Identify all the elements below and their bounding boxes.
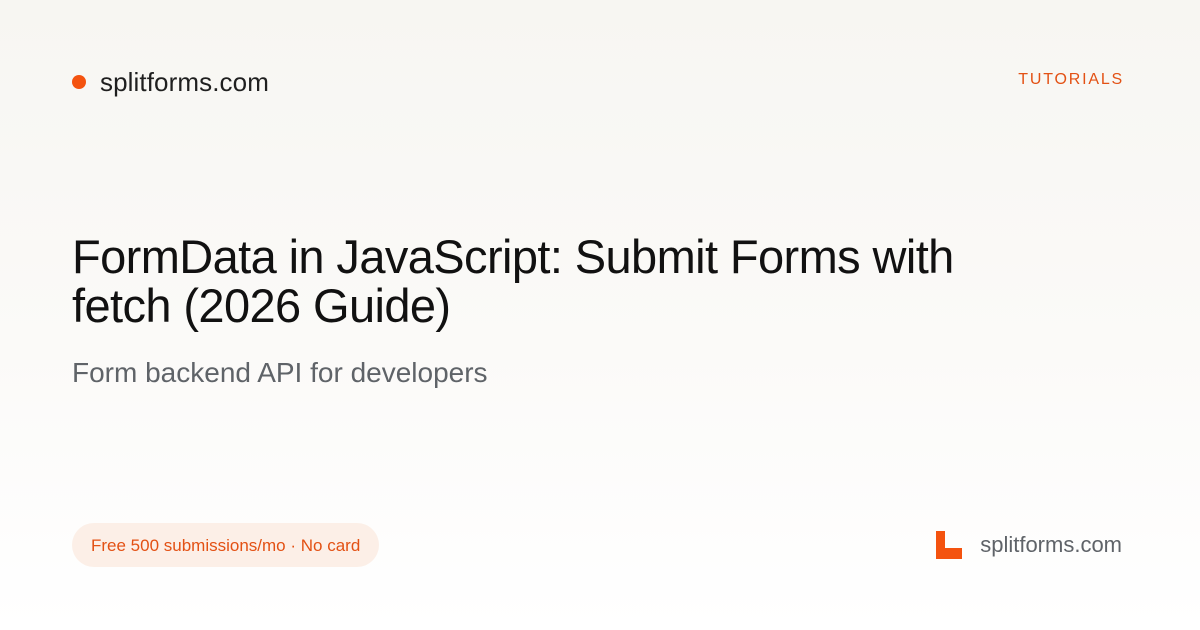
title-block: FormData in JavaScript: Submit Forms wit… [72,232,972,389]
top-brand: splitforms.com [72,64,269,100]
l-shape-logo-icon [932,528,966,562]
free-plan-badge-text: Free 500 submissions/mo · No card [91,535,361,555]
brand-dot-icon [72,75,86,89]
page-subtitle: Form backend API for developers [72,357,488,388]
bottom-brand: splitforms.com [932,528,1122,562]
page-title: FormData in JavaScript: Submit Forms wit… [72,230,954,332]
category-label: TUTORIALS [1018,71,1124,88]
top-brand-text: splitforms.com [100,67,269,97]
free-plan-badge: Free 500 submissions/mo · No card [72,523,380,567]
bottom-brand-text: splitforms.com [980,532,1122,557]
